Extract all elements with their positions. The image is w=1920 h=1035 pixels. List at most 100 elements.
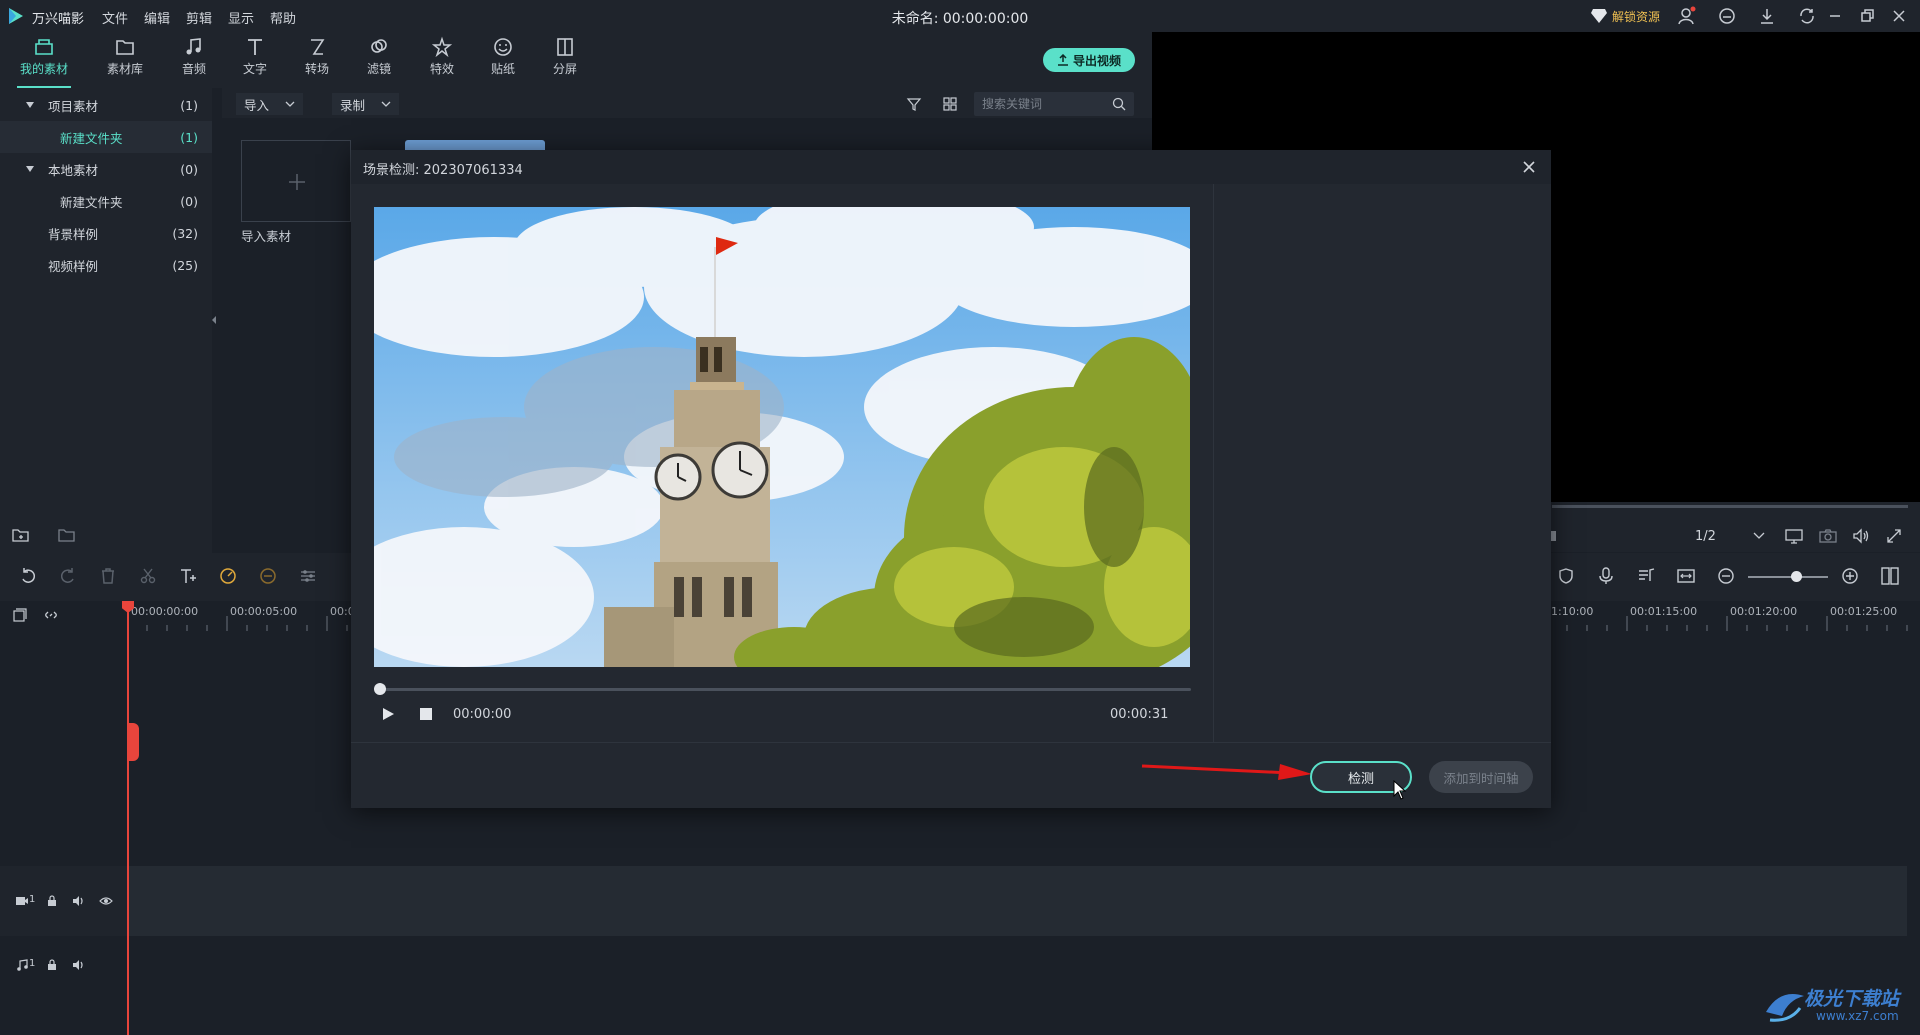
export-video-button[interactable]: 导出视频	[1043, 48, 1135, 72]
tool-audio[interactable]: 音频	[163, 36, 225, 86]
camera-icon[interactable]	[1819, 528, 1837, 544]
record-dropdown[interactable]: 录制	[332, 93, 400, 115]
tree-count: (1)	[180, 97, 198, 113]
chevron-down-icon[interactable]	[1753, 532, 1765, 540]
zoom-slider-track[interactable]	[1748, 576, 1828, 578]
timeline-marker[interactable]	[127, 723, 139, 761]
folder-outline-icon[interactable]	[58, 527, 76, 543]
tool-text[interactable]: 文字	[224, 36, 286, 86]
preview-progress-bar[interactable]	[1552, 505, 1908, 508]
menu-file[interactable]: 文件	[102, 8, 128, 27]
adjust-icon[interactable]	[298, 566, 318, 586]
music-note-icon	[186, 38, 201, 55]
my-media-icon	[35, 39, 53, 55]
cut-icon[interactable]	[138, 566, 158, 586]
fit-timeline-icon[interactable]	[1676, 566, 1696, 586]
play-icon[interactable]	[380, 706, 396, 722]
close-icon[interactable]	[1519, 157, 1539, 177]
tool-sticker[interactable]: 贴纸	[472, 36, 534, 86]
import-dropdown[interactable]: 导入	[236, 93, 304, 115]
volume-icon[interactable]	[72, 894, 86, 908]
video-track-number: 1	[29, 894, 36, 905]
tool-label: 文字	[242, 62, 267, 76]
lock-icon[interactable]	[45, 958, 59, 972]
video-track[interactable]	[127, 866, 1907, 936]
fullscreen-icon[interactable]	[1886, 528, 1902, 544]
audio-track-number: 1	[29, 958, 36, 969]
unlock-resources-button[interactable]: 解锁资源	[1590, 6, 1660, 26]
zoom-in-icon[interactable]	[1840, 566, 1860, 586]
search-input[interactable]	[982, 95, 1102, 113]
undo-icon[interactable]	[18, 566, 38, 586]
add-track-icon[interactable]	[12, 607, 28, 623]
sync-icon[interactable]	[1797, 6, 1817, 26]
link-icon[interactable]	[43, 607, 59, 623]
menu-view[interactable]: 显示	[228, 8, 254, 27]
restore-icon[interactable]	[1857, 6, 1877, 26]
tree-item-project-media[interactable]: 项目素材 (1)	[0, 89, 212, 121]
new-folder-icon[interactable]	[12, 527, 30, 543]
expand-arrow-icon[interactable]	[26, 166, 34, 172]
text-edit-icon[interactable]	[178, 566, 198, 586]
tool-filter[interactable]: 滤镜	[348, 36, 410, 86]
filter-funnel-icon[interactable]	[906, 96, 922, 112]
tree-item-new-folder-2[interactable]: 新建文件夹 (0)	[0, 185, 212, 217]
microphone-icon[interactable]	[1596, 566, 1616, 586]
expand-arrow-icon[interactable]	[26, 102, 34, 108]
media-thumbnail[interactable]	[405, 140, 545, 150]
redo-icon[interactable]	[58, 566, 78, 586]
tree-count: (0)	[180, 193, 198, 209]
volume-icon[interactable]	[72, 958, 86, 972]
shield-marker-icon[interactable]	[1556, 566, 1576, 586]
minimize-icon[interactable]	[1825, 6, 1845, 26]
audio-track-icon[interactable]	[1636, 566, 1656, 586]
video-scrubber[interactable]	[378, 688, 1191, 691]
stop-icon[interactable]	[420, 708, 432, 720]
tick-label: 00:01:20:00	[1730, 605, 1798, 618]
delete-icon[interactable]	[98, 566, 118, 586]
download-icon[interactable]	[1757, 6, 1777, 26]
tree-count: (25)	[172, 257, 198, 273]
video-scrubber-handle[interactable]	[374, 683, 386, 695]
menu-edit[interactable]: 编辑	[144, 8, 170, 27]
collapse-arrow-icon[interactable]	[212, 316, 216, 324]
tool-library[interactable]: 素材库	[94, 36, 156, 86]
tree-item-new-folder-1[interactable]: 新建文件夹 (1)	[0, 121, 212, 153]
message-icon[interactable]	[1717, 6, 1737, 26]
tool-effects[interactable]: 特效	[411, 36, 473, 86]
import-media-tile[interactable]	[241, 140, 351, 222]
add-to-timeline-button[interactable]: 添加到时间轴	[1429, 761, 1533, 793]
tick-label: 00:00:00:00	[131, 605, 199, 618]
text-icon	[248, 39, 262, 55]
track-layout-icon[interactable]	[1880, 566, 1900, 586]
tree-item-background-samples[interactable]: 背景样例 (32)	[0, 217, 212, 249]
tree-item-video-samples[interactable]: 视频样例 (25)	[0, 249, 212, 281]
speed-icon[interactable]	[218, 566, 238, 586]
zoom-slider-handle[interactable]	[1791, 571, 1802, 582]
volume-icon[interactable]	[1852, 528, 1870, 544]
tree-item-local-media[interactable]: 本地素材 (0)	[0, 153, 212, 185]
lock-icon[interactable]	[45, 894, 59, 908]
zoom-out-icon[interactable]	[1716, 566, 1736, 586]
video-track-icon	[16, 897, 28, 905]
close-window-icon[interactable]	[1889, 6, 1909, 26]
monitor-icon[interactable]	[1785, 528, 1803, 544]
dialog-divider	[351, 742, 1551, 743]
tool-label: 贴纸	[490, 62, 515, 76]
transition-icon	[311, 39, 325, 55]
search-icon[interactable]	[1112, 97, 1126, 111]
tool-my-media[interactable]: 我的素材	[13, 36, 75, 88]
account-icon[interactable]	[1677, 6, 1697, 26]
audio-mix-icon[interactable]	[258, 566, 278, 586]
grid-view-icon[interactable]	[942, 96, 958, 112]
playhead[interactable]	[127, 601, 129, 1035]
menu-clip[interactable]: 剪辑	[186, 8, 212, 27]
watermark-name: 极光下载站	[1804, 988, 1900, 1010]
tool-split-screen[interactable]: 分屏	[534, 36, 596, 86]
split-screen-icon	[557, 38, 573, 56]
eye-icon[interactable]	[99, 894, 113, 908]
tree-label: 新建文件夹	[60, 194, 123, 210]
menu-help[interactable]: 帮助	[270, 8, 296, 27]
tool-transition[interactable]: 转场	[286, 36, 348, 86]
upload-icon	[1057, 54, 1068, 66]
